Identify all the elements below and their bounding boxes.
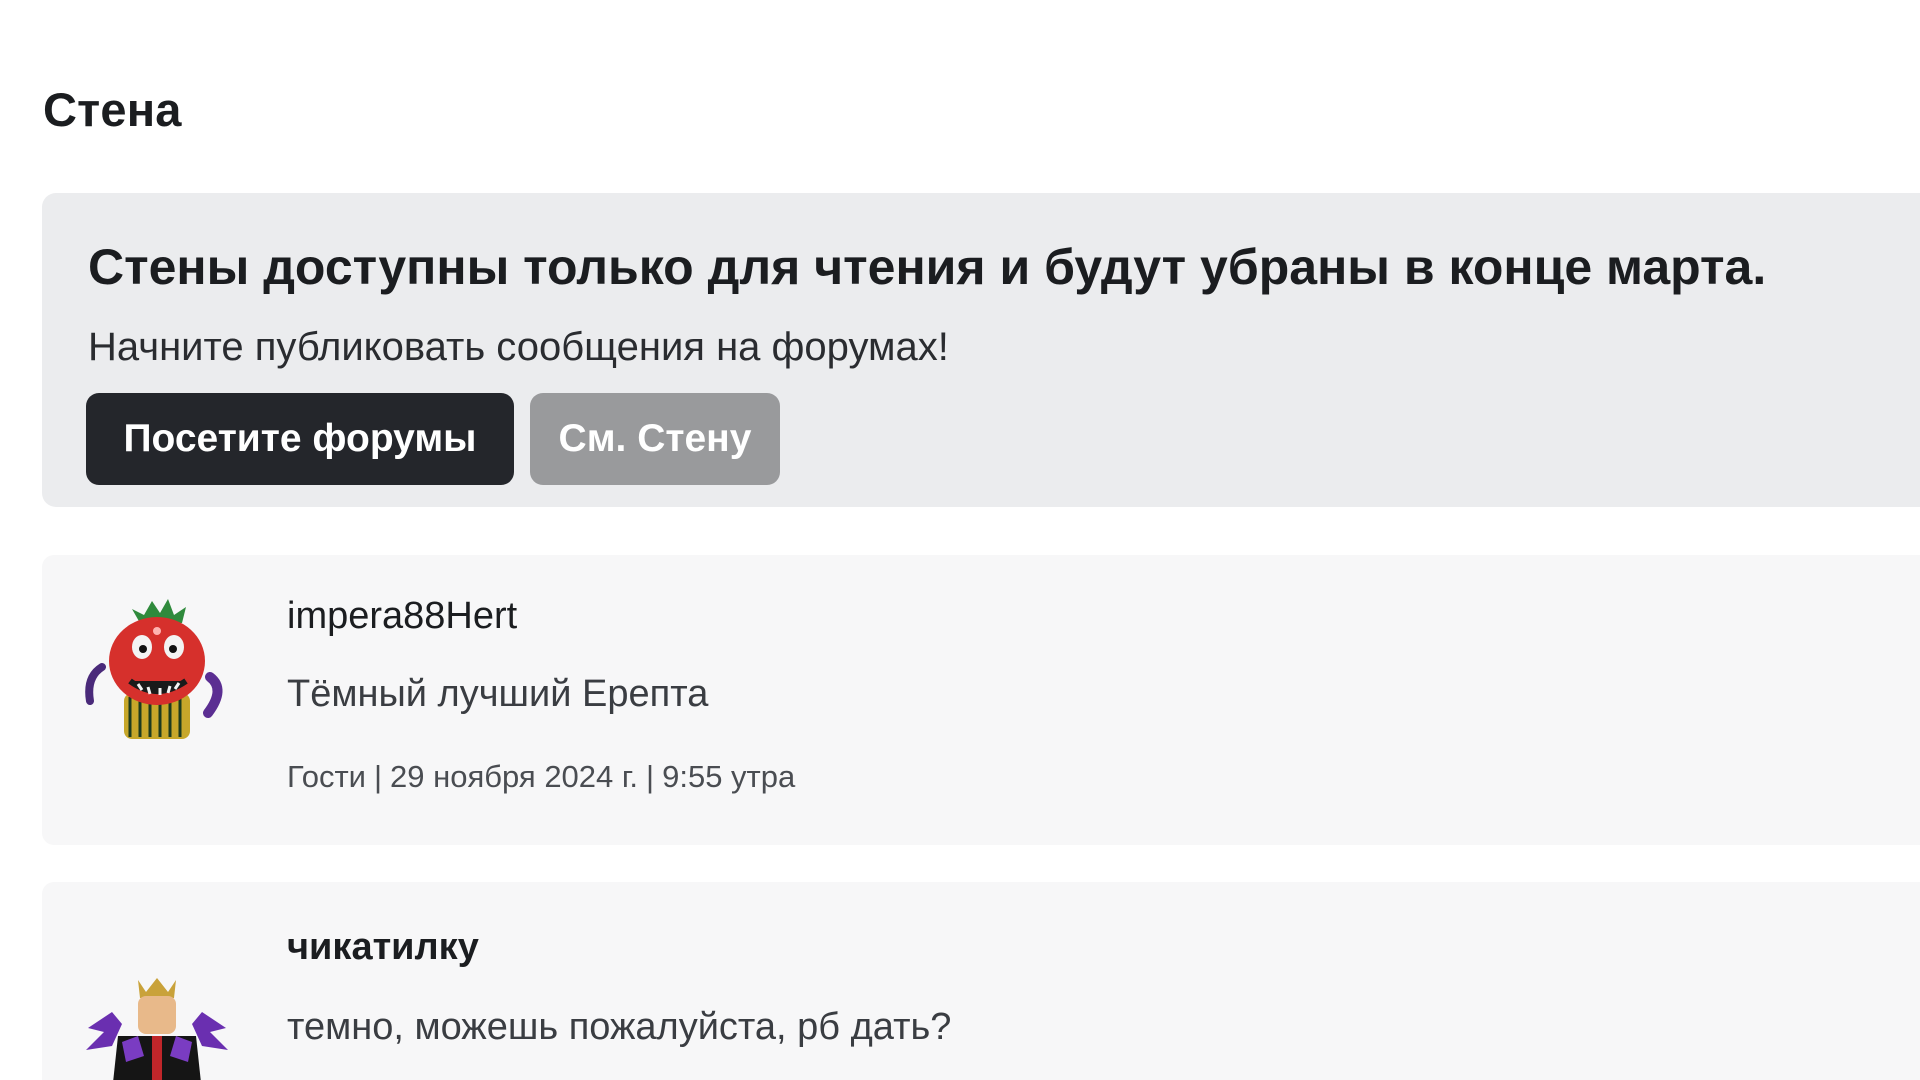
post-message: Тёмный лучший Ерепта	[287, 673, 709, 715]
wall-post: impera88Hert Тёмный лучший Ерепта Гости |…	[42, 555, 1920, 845]
wall-title: Стена	[43, 83, 182, 136]
notice-heading: Стены доступны только для чтения и будут…	[88, 239, 1767, 295]
meta-separator: |	[646, 759, 655, 794]
meta-separator: |	[373, 759, 383, 794]
post-message: темно, можешь пожалуйста, рб дать?	[287, 1006, 952, 1048]
avatar-image	[85, 599, 223, 739]
post-time: 9:55 утра	[662, 759, 796, 794]
see-wall-button[interactable]: См. Стену	[530, 393, 780, 485]
wall-page: Стена Стены доступны только для чтения и…	[0, 0, 1920, 1080]
post-group: Гости	[287, 759, 366, 794]
post-date: 29 ноября 2024 г.	[390, 759, 639, 794]
visit-forums-button[interactable]: Посетите форумы	[86, 393, 514, 485]
strawberry-character-avatar-icon[interactable]	[82, 597, 232, 747]
post-meta: Гости | 29 ноября 2024 г. | 9:55 утра	[287, 759, 795, 795]
avatar-image	[86, 978, 228, 1080]
post-author[interactable]: impera88Hert	[287, 595, 517, 638]
read-only-notice: Стены доступны только для чтения и будут…	[42, 193, 1920, 507]
notice-subtext: Начните публиковать сообщения на форумах…	[88, 325, 949, 369]
purple-winged-character-avatar-icon[interactable]	[82, 972, 232, 1080]
wall-post: чикатилку темно, можешь пожалуйста, рб д…	[42, 882, 1920, 1080]
post-author[interactable]: чикатилку	[287, 926, 479, 969]
